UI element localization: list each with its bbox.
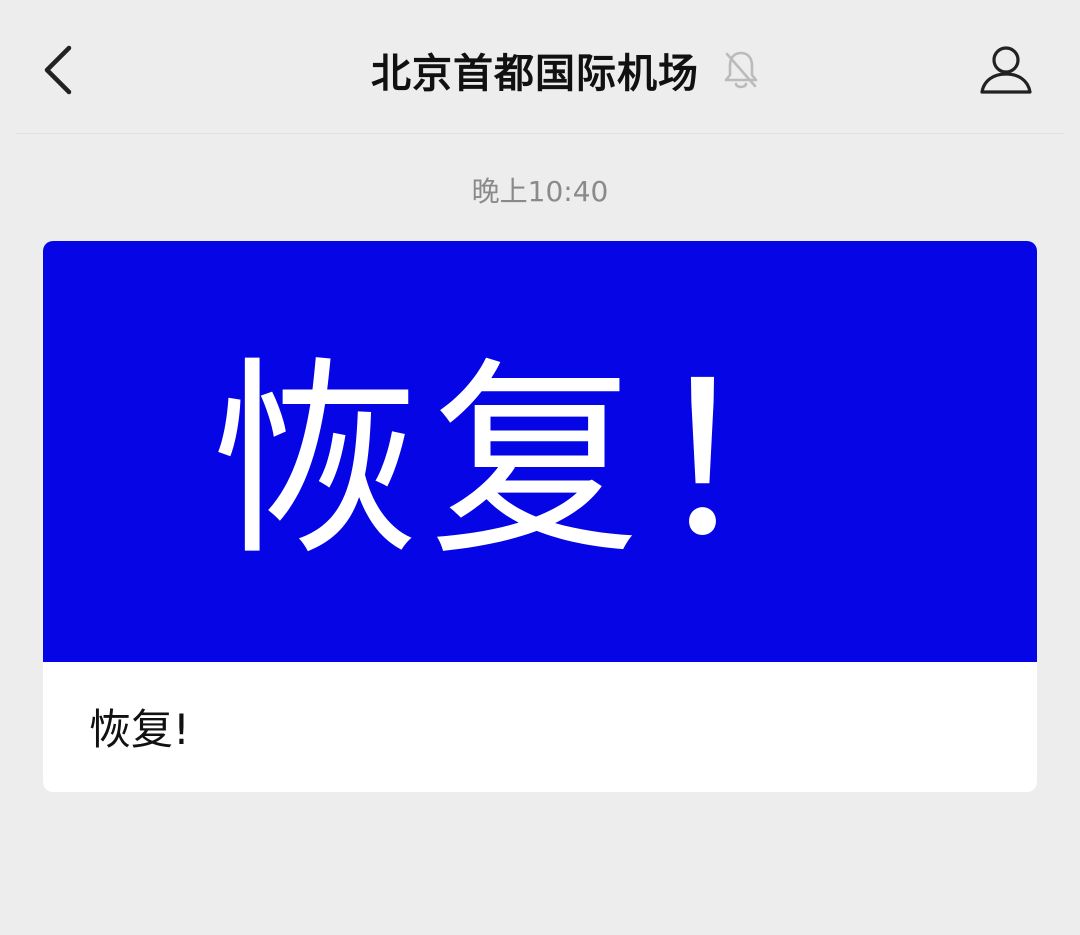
article-cover-image: 恢复！ bbox=[43, 241, 1037, 662]
person-icon bbox=[980, 46, 1032, 94]
title-area: 北京首都国际机场 bbox=[0, 40, 1080, 100]
article-card[interactable]: 恢复！ 恢复! bbox=[43, 241, 1037, 792]
article-title: 恢复! bbox=[89, 705, 190, 754]
top-bar: 北京首都国际机场 bbox=[0, 0, 1080, 134]
cover-text: 恢复！ bbox=[209, 338, 870, 584]
profile-button[interactable] bbox=[976, 40, 1036, 100]
bell-off-icon bbox=[721, 48, 761, 92]
message-timestamp: 晚上10:40 bbox=[471, 175, 609, 208]
header-divider bbox=[16, 133, 1064, 134]
page-title: 北京首都国际机场 bbox=[371, 51, 699, 97]
